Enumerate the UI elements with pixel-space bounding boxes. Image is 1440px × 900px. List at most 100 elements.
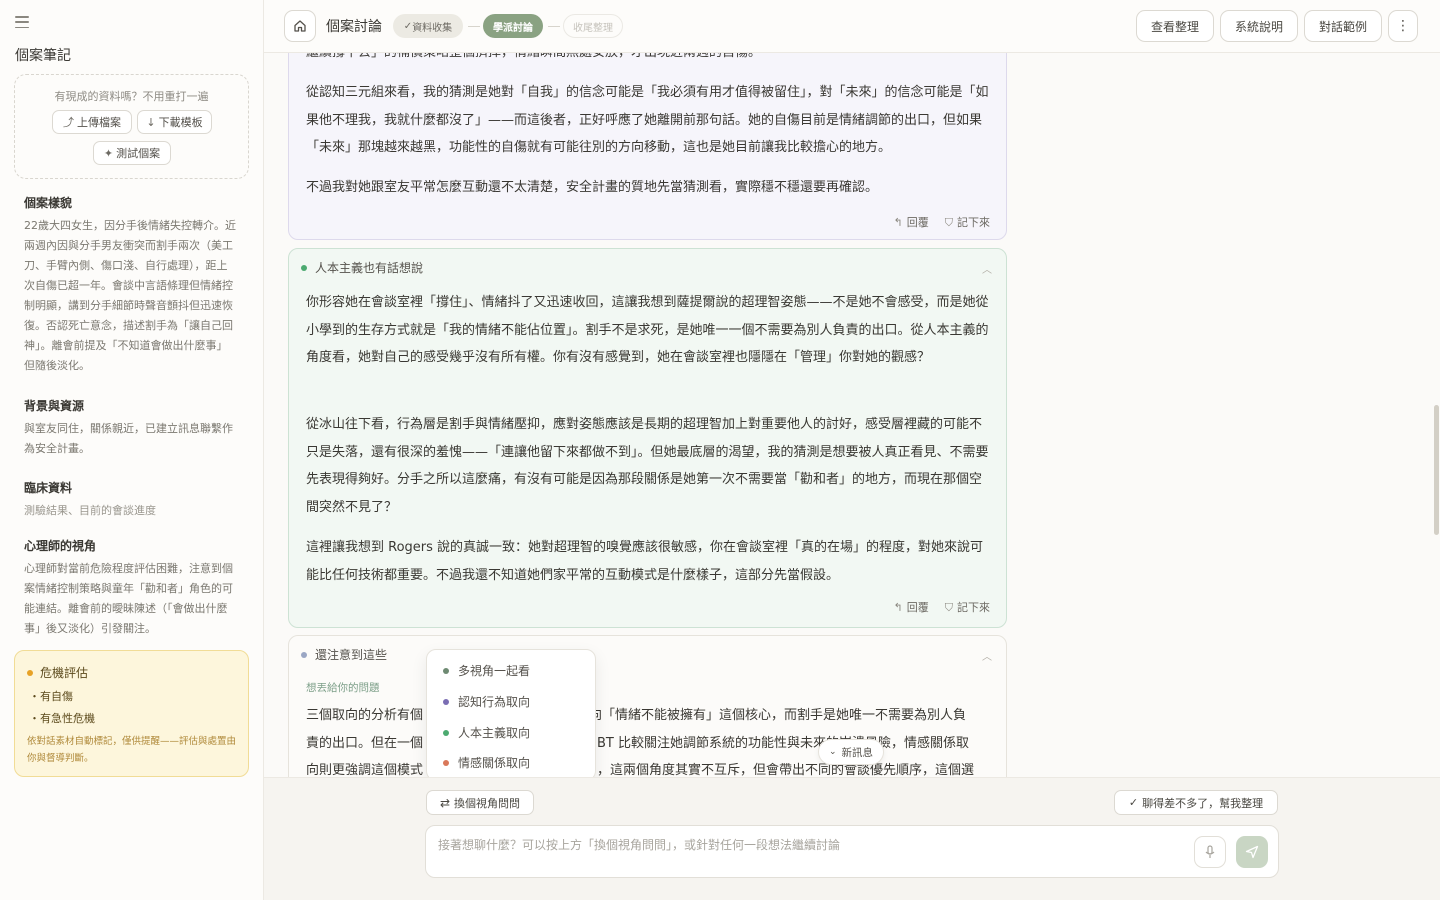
section-heading: 心理師的視角 <box>24 539 97 553</box>
section-therapist-view[interactable]: 心理師的視角 心理師對當前危險程度評估困難，注意到個案情緒控制策略與童年「勸和者… <box>24 537 236 639</box>
dot-icon <box>443 698 449 705</box>
menu-item-cbt[interactable]: 認知行為取向 <box>443 693 530 710</box>
section-body: 測驗結果、目前的會談進度 <box>24 504 156 517</box>
more-vertical-icon: ⋮ <box>1396 18 1410 34</box>
section-clinical-data[interactable]: 臨床資料 測驗結果、目前的會談進度 <box>24 479 236 521</box>
section-heading: 背景與資源 <box>24 399 85 413</box>
section-body: 心理師對當前危險程度評估困難，注意到個案情緒控制策略與童年「勸和者」角色的可能連… <box>24 562 233 635</box>
menu-item-relational[interactable]: 情感關係取向 <box>443 754 530 771</box>
reply-icon: ↰ <box>893 216 903 229</box>
message-paragraph: 從認知三元組來看，我的猜測是她對「自我」的信念可能是「我必須有用才值得被留住」，… <box>306 85 989 155</box>
section-heading: 臨床資料 <box>24 481 73 495</box>
dot-icon <box>443 667 449 674</box>
view-summary-button[interactable]: 查看整理 <box>1136 10 1214 42</box>
message-line: 三個取向的分析有個 <box>306 708 424 723</box>
sidebar: 個案筆記 有現成的資料嗎？不用重打一遍 ⤴ 上傳檔案 ↓ 下載模板 ✦ 測試個案 個案… <box>0 0 264 900</box>
card-header[interactable]: 人本主義也有話想說 <box>301 259 423 276</box>
message-paragraph: 這裡讓我想到 Rogers 說的真誠一致：她對超理智的嗅覺應該很敏感，你在會談室… <box>306 540 984 583</box>
crisis-title: 危機評估 <box>27 664 88 681</box>
message-actions: ↰ 回覆 ⛉ 記下來 <box>894 599 990 615</box>
send-button[interactable] <box>1236 836 1268 868</box>
questions-hint: 想丟給你的問題 <box>306 682 380 694</box>
system-guide-button[interactable]: 系統說明 <box>1220 10 1298 42</box>
crisis-item: ・有急性危機 <box>29 712 95 725</box>
summarize-button[interactable]: ✓ 聊得差不多了，幫我整理 <box>1114 790 1278 815</box>
top-bar: 個案討論 ✓ 資料收集 學派討論 收尾整理 查看整理 系統說明 對話範例 ⋮ <box>264 0 1440 53</box>
step-connector <box>468 26 480 27</box>
home-icon <box>294 20 306 32</box>
message-paragraph: 從冰山往下看，行為層是割手與情緒壓抑，應對姿態應該是長期的超理智加上對重要他人的… <box>306 417 989 515</box>
page-title: 個案討論 <box>326 19 382 35</box>
menu-icon[interactable] <box>15 16 29 28</box>
message-card-cbt: 繼續撐下去」的補償策略整個擠掉，情緒瞬間無處安放，才出現近兩週的自傷。 從認知三… <box>288 53 1007 240</box>
section-heading: 個案樣貌 <box>24 196 73 210</box>
download-icon: ↓ <box>146 115 156 129</box>
menu-item-multi-perspective[interactable]: 多視角一起看 <box>443 662 530 679</box>
step-connector <box>548 26 560 27</box>
home-button[interactable] <box>284 10 316 42</box>
perspective-menu: 多視角一起看 認知行為取向 人本主義取向 情感關係取向 <box>426 649 596 777</box>
upload-dropzone[interactable]: 有現成的資料嗎？不用重打一遍 ⤴ 上傳檔案 ↓ 下載模板 ✦ 測試個案 <box>14 74 249 179</box>
sparkle-icon: ✦ <box>103 146 114 160</box>
reply-button[interactable]: ↰ 回覆 <box>894 214 929 230</box>
reply-button[interactable]: ↰ 回覆 <box>894 599 929 615</box>
step-data-collection[interactable]: ✓ 資料收集 <box>393 14 463 38</box>
voice-input-button[interactable] <box>1194 836 1226 868</box>
message-paragraph: 不過我對她跟室友平常怎麼互動還不太清楚，安全計畫的質地先當猜測看，實際穩不穩還要… <box>306 180 879 195</box>
message-line: BT 比較關注她調節系統的功能性與未來的崩潰風險，情感關係取 <box>597 736 969 751</box>
message-line: ，這兩個角度其實不互斥，但會帶出不同的會談優先順序，這個選 <box>597 763 975 777</box>
crisis-assessment-panel: 危機評估 ・有自傷 ・有急性危機 依對話素材自動標記，僅供提醒——評估與處置由你… <box>14 650 249 777</box>
dot-icon <box>443 729 449 736</box>
message-card-notes: 還注意到這些 ︿ 想丟給你的問題 三個取向的分析有個 向「情緒不能被擁有」這個核… <box>288 635 1007 777</box>
chevron-down-icon: ⌄ <box>829 747 837 757</box>
message-input-box[interactable] <box>425 825 1279 878</box>
swap-icon: ⇄ <box>439 795 451 810</box>
message-line: 向則更強調這個模式 <box>306 763 424 777</box>
crisis-note: 依對話素材自動標記，僅供提醒——評估與處置由你與督導判斷。 <box>27 736 237 764</box>
new-message-button[interactable]: ⌄ 新訊息 <box>818 739 885 765</box>
message-input[interactable] <box>438 834 1178 856</box>
message-actions: ↰ 回覆 ⛉ 記下來 <box>894 214 990 230</box>
composer: ⇄ 換個視角問問 ✓ 聊得差不多了，幫我整理 <box>264 777 1440 900</box>
upload-file-button[interactable]: ⤴ 上傳檔案 <box>52 110 132 134</box>
collapse-chevron-icon[interactable]: ︿ <box>982 648 992 663</box>
scrollbar-thumb[interactable] <box>1434 405 1439 535</box>
humanistic-dot-icon <box>301 264 307 271</box>
send-icon <box>1245 845 1259 859</box>
step-school-discussion[interactable]: 學派討論 <box>483 14 543 38</box>
collapse-chevron-icon[interactable]: ︿ <box>982 261 992 276</box>
message-line: 向「情緒不能被擁有」這個核心，而割手是她唯一不需要為別人負 <box>589 708 967 723</box>
microphone-icon <box>1205 845 1215 858</box>
message-paragraph: 你形容她在會談室裡「撐住」、情緒抖了又迅速收回，這讓我想到薩提爾說的超理智姿態—… <box>306 295 989 365</box>
bookmark-icon: ⛉ <box>944 601 953 614</box>
section-case-profile[interactable]: 個案樣貌 22歲大四女生，因分手後情緒失控轉介。近兩週內因與分手男友衝突而割手兩… <box>24 194 236 376</box>
dot-icon <box>443 759 449 766</box>
reply-icon: ↰ <box>893 601 903 614</box>
save-note-button[interactable]: ⛉ 記下來 <box>945 214 990 230</box>
menu-item-humanistic[interactable]: 人本主義取向 <box>443 724 530 741</box>
card-header[interactable]: 還注意到這些 <box>301 646 387 663</box>
save-note-button[interactable]: ⛉ 記下來 <box>945 599 990 615</box>
sidebar-title: 個案筆記 <box>15 48 71 64</box>
crisis-item: ・有自傷 <box>29 690 73 703</box>
message-paragraph: 繼續撐下去」的補償策略整個擠掉，情緒瞬間無處安放，才出現近兩週的自傷。 <box>306 53 994 67</box>
bookmark-icon: ⛉ <box>944 216 953 229</box>
section-body: 22歲大四女生，因分手後情緒失控轉介。近兩週內因與分手男友衝突而割手兩次（美工刀… <box>24 219 236 372</box>
chat-thread[interactable]: 繼續撐下去」的補償策略整個擠掉，情緒瞬間無處安放，才出現近兩週的自傷。 從認知三… <box>264 53 1440 777</box>
notes-dot-icon <box>301 651 307 658</box>
check-icon: ✓ <box>1128 796 1139 809</box>
upload-icon: ⤴ <box>63 116 74 129</box>
more-options-button[interactable]: ⋮ <box>1388 10 1418 42</box>
message-card-humanistic: 人本主義也有話想說 ︿ 你形容她在會談室裡「撐住」、情緒抖了又迅速收回，這讓我想… <box>288 248 1007 628</box>
section-background[interactable]: 背景與資源 與室友同住，關係親近，已建立訊息聯繫作為安全計畫。 <box>24 397 236 459</box>
upload-hint: 有現成的資料嗎？不用重打一遍 <box>54 90 209 103</box>
download-template-button[interactable]: ↓ 下載模板 <box>137 110 212 134</box>
message-line: 責的出口。但在一個 <box>306 736 424 751</box>
dialogue-example-button[interactable]: 對話範例 <box>1304 10 1382 42</box>
card-title: 還注意到這些 <box>315 648 388 662</box>
section-body: 與室友同住，關係親近，已建立訊息聯繫作為安全計畫。 <box>24 422 233 455</box>
test-case-button[interactable]: ✦ 測試個案 <box>93 141 171 165</box>
switch-perspective-button[interactable]: ⇄ 換個視角問問 <box>426 790 534 815</box>
step-wrap-up[interactable]: 收尾整理 <box>563 14 623 38</box>
crisis-dot-icon <box>27 669 33 676</box>
